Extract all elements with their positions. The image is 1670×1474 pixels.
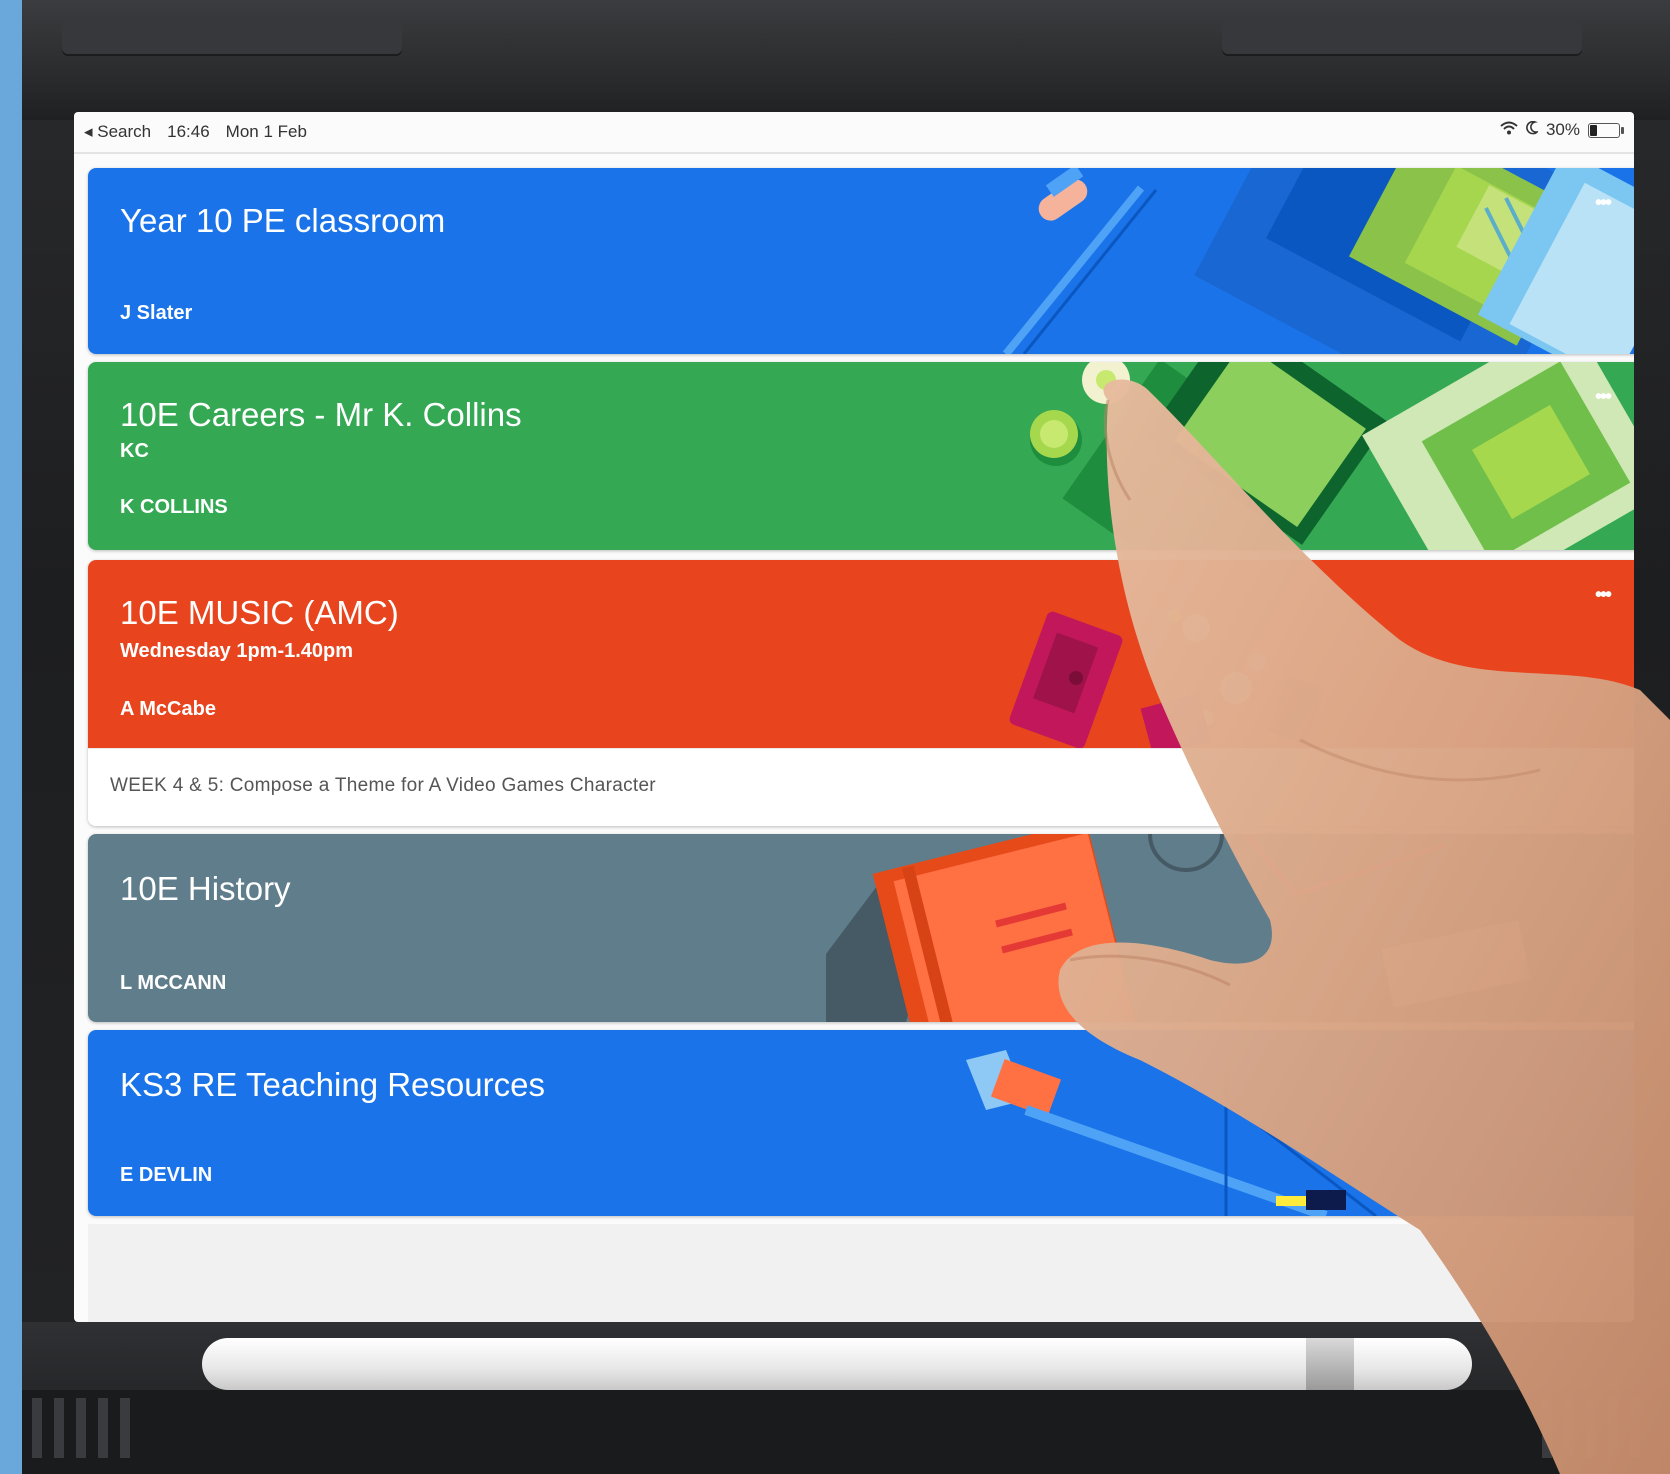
class-title[interactable]: Year 10 PE classroom	[120, 202, 445, 240]
class-card-re[interactable]: KS3 RE Teaching Resources E DEVLIN	[88, 1030, 1634, 1216]
class-banner[interactable]: 10E History L MCCANN	[88, 834, 1634, 1022]
case-vents	[22, 1390, 1670, 1474]
class-options-button[interactable]: •••	[1595, 584, 1612, 607]
class-banner-illustration	[926, 168, 1634, 354]
wifi-icon	[1500, 120, 1518, 140]
class-section: Wednesday 1pm-1.40pm	[120, 640, 354, 662]
class-card-music[interactable]: 10E MUSIC (AMC) Wednesday 1pm-1.40pm A M…	[88, 560, 1634, 826]
class-options-button[interactable]: •••	[1595, 192, 1612, 215]
class-banner-illustration	[926, 560, 1634, 748]
class-banner[interactable]: KS3 RE Teaching Resources E DEVLIN	[88, 1030, 1634, 1216]
class-teacher: J Slater	[120, 302, 193, 324]
class-banner-illustration	[926, 362, 1634, 550]
class-teacher: L MCCANN	[120, 972, 227, 994]
header-divider	[74, 152, 1634, 154]
class-options-button[interactable]: •••	[1595, 386, 1612, 409]
class-teacher: A McCabe	[120, 698, 216, 720]
class-banner-illustration	[826, 834, 1634, 1022]
moon-icon	[1526, 120, 1540, 140]
class-section: KC	[120, 440, 149, 462]
class-banner[interactable]: Year 10 PE classroom J Slater •••	[88, 168, 1634, 354]
status-bar: ◂ Search 16:46 Mon 1 Feb 30%	[74, 112, 1634, 150]
back-to-search-link[interactable]: ◂ Search	[84, 122, 151, 142]
battery-percent: 30%	[1545, 120, 1580, 139]
status-date: Mon 1 Feb	[225, 122, 307, 141]
class-card-pe[interactable]: Year 10 PE classroom J Slater •••	[88, 168, 1634, 354]
battery-icon	[1588, 122, 1624, 138]
upcoming-work-label[interactable]: WEEK 4 & 5: Compose a Theme for A Video …	[110, 775, 656, 797]
class-banner-illustration	[926, 1030, 1634, 1216]
class-card-careers[interactable]: 10E Careers - Mr K. Collins KC K COLLINS…	[88, 362, 1634, 550]
class-title[interactable]: 10E History	[120, 870, 291, 908]
tablet-screen: ◂ Search 16:46 Mon 1 Feb 30% Year 10 PE …	[74, 112, 1634, 1322]
class-banner[interactable]: 10E Careers - Mr K. Collins KC K COLLINS…	[88, 362, 1634, 550]
status-time: 16:46	[167, 122, 210, 141]
stylus-pencil	[202, 1338, 1472, 1390]
class-title[interactable]: 10E Careers - Mr K. Collins	[120, 396, 522, 434]
class-title[interactable]: KS3 RE Teaching Resources	[120, 1066, 545, 1104]
class-teacher: E DEVLIN	[120, 1164, 213, 1186]
class-card-history[interactable]: 10E History L MCCANN	[88, 834, 1634, 1022]
card-partial-peek	[88, 1224, 1620, 1322]
class-banner[interactable]: 10E MUSIC (AMC) Wednesday 1pm-1.40pm A M…	[88, 560, 1634, 748]
tablet-case-top	[22, 0, 1670, 120]
upcoming-work-item[interactable]: WEEK 4 & 5: Compose a Theme for A Video …	[88, 748, 1634, 826]
class-title[interactable]: 10E MUSIC (AMC)	[120, 594, 399, 632]
class-teacher: K COLLINS	[120, 496, 228, 518]
tablet-frame: ◂ Search 16:46 Mon 1 Feb 30% Year 10 PE …	[22, 0, 1670, 1474]
